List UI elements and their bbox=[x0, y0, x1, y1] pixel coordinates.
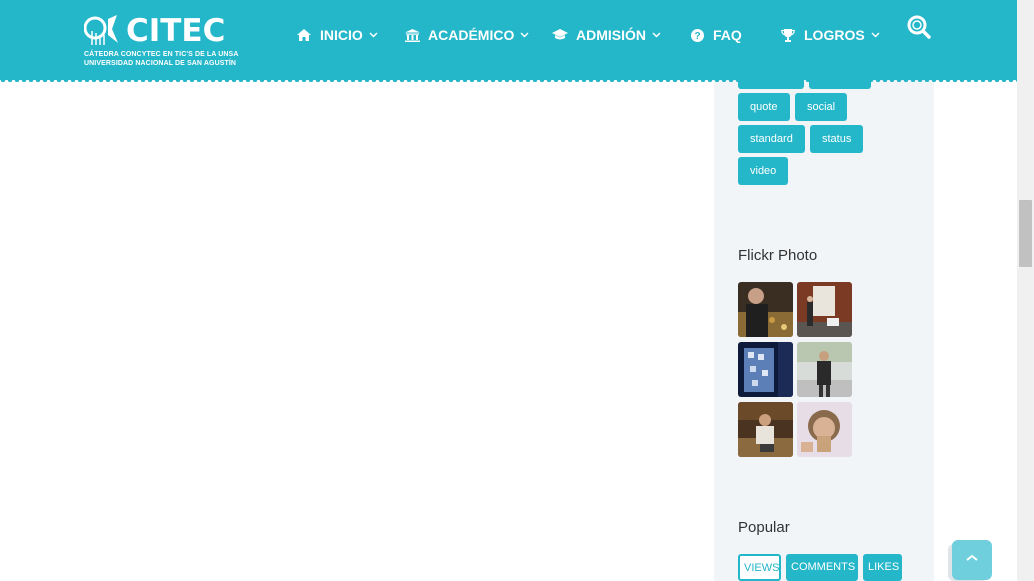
svg-text:?: ? bbox=[694, 31, 700, 42]
chevron-up-icon bbox=[965, 551, 979, 569]
flickr-photo-6[interactable] bbox=[797, 402, 852, 457]
chevron-down-icon bbox=[520, 31, 529, 40]
flickr-photo-4[interactable] bbox=[797, 342, 852, 397]
chevron-down-icon bbox=[871, 31, 880, 40]
page: quote social standard status video Flick… bbox=[0, 0, 1034, 581]
nav-label-faq: FAQ bbox=[713, 27, 742, 43]
popular-widget-title: Popular bbox=[738, 519, 790, 536]
flickr-photo-3[interactable] bbox=[738, 342, 793, 397]
logo-subtitle-1: CÁTEDRA CONCYTEC EN TIC'S DE LA UNSA bbox=[84, 51, 239, 58]
university-icon bbox=[404, 28, 420, 42]
nav-label-admision: ADMISIÓN bbox=[576, 27, 646, 43]
question-circle-icon: ? bbox=[689, 28, 705, 42]
logo-subtitle-2: UNIVERSIDAD NACIONAL DE SAN AGUSTÍN bbox=[84, 60, 237, 67]
tag-status[interactable]: status bbox=[810, 125, 864, 153]
logo-mark-icon bbox=[84, 15, 118, 45]
chevron-down-icon bbox=[652, 31, 661, 40]
tag-social[interactable]: social bbox=[795, 93, 848, 121]
site-header: CITEC CÁTEDRA CONCYTEC EN TIC'S DE LA UN… bbox=[0, 0, 1017, 82]
search-icon[interactable] bbox=[906, 14, 932, 40]
back-to-top-button[interactable] bbox=[952, 540, 992, 580]
chevron-down-icon bbox=[369, 31, 378, 40]
nav-item-logros[interactable]: LOGROS bbox=[780, 25, 880, 45]
nav-item-admision[interactable]: ADMISIÓN bbox=[552, 25, 661, 45]
nav-label-logros: LOGROS bbox=[804, 27, 865, 43]
tab-views[interactable]: VIEWS bbox=[738, 554, 781, 581]
graduation-cap-icon bbox=[552, 28, 568, 42]
nav-label-academico: ACADÉMICO bbox=[428, 27, 515, 43]
scrollbar-thumb[interactable] bbox=[1019, 200, 1032, 267]
trophy-icon bbox=[780, 28, 796, 42]
home-icon bbox=[296, 28, 312, 42]
flickr-photo-5[interactable] bbox=[738, 402, 793, 457]
tag-standard[interactable]: standard bbox=[738, 125, 805, 153]
site-logo[interactable]: CITEC CÁTEDRA CONCYTEC EN TIC'S DE LA UN… bbox=[84, 13, 244, 71]
flickr-photo-2[interactable] bbox=[797, 282, 852, 337]
tab-comments[interactable]: COMMENTS bbox=[786, 554, 858, 581]
nav-item-faq[interactable]: ? FAQ bbox=[689, 25, 742, 45]
nav-item-inicio[interactable]: INICIO bbox=[296, 25, 378, 45]
tab-likes[interactable]: LIKES bbox=[863, 554, 902, 581]
tag-video[interactable]: video bbox=[738, 157, 789, 185]
page-scrollbar[interactable] bbox=[1017, 0, 1034, 581]
tag-quote[interactable]: quote bbox=[738, 93, 790, 121]
flickr-photo-1[interactable] bbox=[738, 282, 793, 337]
logo-wordmark: CITEC bbox=[126, 13, 226, 49]
nav-item-academico[interactable]: ACADÉMICO bbox=[404, 25, 529, 45]
flickr-widget-title: Flickr Photo bbox=[738, 247, 818, 264]
nav-label-inicio: INICIO bbox=[320, 27, 363, 43]
